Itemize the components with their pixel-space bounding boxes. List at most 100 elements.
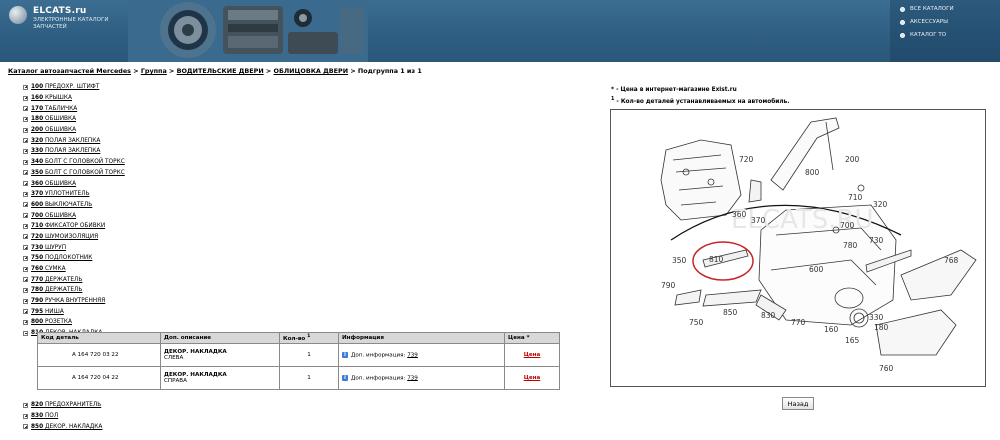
tree-item[interactable]: 750 ПОДЛОКОТНИК xyxy=(23,253,125,264)
diagram-label[interactable]: 720 xyxy=(739,155,754,164)
tree-item-label[interactable]: 770 ДЕРЖАТЕЛЬ xyxy=(31,277,82,283)
diagram-label[interactable]: 370 xyxy=(751,216,766,225)
diagram-label[interactable]: 320 xyxy=(873,200,888,209)
expand-icon[interactable] xyxy=(23,213,28,219)
expand-icon[interactable] xyxy=(23,223,28,229)
diagram-label[interactable]: 600 xyxy=(809,265,824,274)
diagram-label[interactable]: 700 xyxy=(840,221,855,230)
tree-item[interactable]: 720 ШУМОИЗОЛЯЦИЯ xyxy=(23,232,125,243)
tree-item-label[interactable]: 760 СУМКА xyxy=(31,266,66,272)
diagram-label[interactable]: 730 xyxy=(869,236,884,245)
diagram-label[interactable]: 790 xyxy=(661,281,676,290)
tree-item-label[interactable]: 820 ПРЕДОХРАНИТЕЛЬ xyxy=(31,402,101,408)
tree-item-label[interactable]: 100 ПРЕДОХР. ШТИФТ xyxy=(31,84,99,90)
breadcrumb-door-trim[interactable]: ОБЛИЦОВКА ДВЕРИ xyxy=(274,67,349,75)
tree-item-label[interactable]: 795 НИША xyxy=(31,309,64,315)
nav-all-catalogs[interactable]: ВСЕ КАТАЛОГИ xyxy=(900,6,954,12)
expand-icon[interactable] xyxy=(23,424,28,430)
expand-icon[interactable] xyxy=(23,159,28,165)
nav-accessories[interactable]: АКСЕССУАРЫ xyxy=(900,19,948,25)
expand-icon[interactable] xyxy=(23,319,28,325)
tree-item-label[interactable]: 330 ПОЛАЯ ЗАКЛЕПКА xyxy=(31,148,100,154)
tree-item[interactable]: 600 ВЫКЛЮЧАТЕЛЬ xyxy=(23,200,125,211)
diagram-label[interactable]: 850 xyxy=(723,308,738,317)
info-link[interactable]: 739 xyxy=(407,352,418,358)
diagram-label[interactable]: 200 xyxy=(845,155,860,164)
tree-item[interactable]: 360 ОБШИВКА xyxy=(23,178,125,189)
tree-item[interactable]: 730 ШУРУП xyxy=(23,242,125,253)
tree-item[interactable]: 820 ПРЕДОХРАНИТЕЛЬ xyxy=(23,400,102,411)
tree-item-label[interactable]: 160 КРЫШКА xyxy=(31,95,72,101)
expand-icon[interactable] xyxy=(23,234,28,240)
diagram-label[interactable]: 165 xyxy=(845,336,860,345)
tree-item-label[interactable]: 850 ДЕКОР. НАКЛАДКА xyxy=(31,424,102,430)
expand-icon[interactable] xyxy=(23,287,28,293)
diagram-label[interactable]: 180 xyxy=(874,323,889,332)
breadcrumb-driver-doors[interactable]: ВОДИТЕЛЬСКИЕ ДВЕРИ xyxy=(177,67,264,75)
diagram-label[interactable]: 160 xyxy=(824,325,839,334)
tree-item-label[interactable]: 170 ТАБЛИЧКА xyxy=(31,106,77,112)
expand-icon[interactable] xyxy=(23,402,28,408)
tree-item[interactable]: 370 УПЛОТНИТЕЛЬ xyxy=(23,189,125,200)
tree-item-label[interactable]: 720 ШУМОИЗОЛЯЦИЯ xyxy=(31,234,98,240)
expand-icon[interactable] xyxy=(23,255,28,261)
diagram-label[interactable]: 750 xyxy=(689,318,704,327)
tree-item-label[interactable]: 200 ОБШИВКА xyxy=(31,127,76,133)
diagram-label[interactable]: 800 xyxy=(805,168,820,177)
price-link[interactable]: Цена xyxy=(524,375,541,381)
tree-item-label[interactable]: 180 ОБШИВКА xyxy=(31,116,76,122)
tree-item[interactable]: 330 ПОЛАЯ ЗАКЛЕПКА xyxy=(23,146,125,157)
tree-item[interactable]: 160 КРЫШКА xyxy=(23,93,125,104)
tree-item[interactable]: 710 ФИКСАТОР ОБИВКИ xyxy=(23,221,125,232)
tree-item[interactable]: 350 БОЛТ С ГОЛОВКОЙ ТОРКС xyxy=(23,168,125,179)
tree-item-label[interactable]: 800 РОЗЕТКА xyxy=(31,319,72,325)
price-link[interactable]: Цена xyxy=(524,352,541,358)
tree-item[interactable]: 180 ОБШИВКА xyxy=(23,114,125,125)
tree-item[interactable]: 340 БОЛТ С ГОЛОВКОЙ ТОРКС xyxy=(23,157,125,168)
diagram-label[interactable]: 768 xyxy=(944,256,959,265)
expand-icon[interactable] xyxy=(23,138,28,144)
breadcrumb-catalog[interactable]: Каталог автозапчастей Mercedes xyxy=(8,67,131,75)
nav-maintenance-catalog[interactable]: КАТАЛОГ ТО xyxy=(900,32,946,38)
tree-item-label[interactable]: 700 ОБШИВКА xyxy=(31,213,76,219)
breadcrumb-group[interactable]: Группа xyxy=(141,67,167,75)
tree-item[interactable]: 170 ТАБЛИЧКА xyxy=(23,103,125,114)
tree-item-label[interactable]: 370 УПЛОТНИТЕЛЬ xyxy=(31,191,90,197)
expand-icon[interactable] xyxy=(23,191,28,197)
diagram-label[interactable]: 710 xyxy=(848,193,863,202)
diagram-label[interactable]: 830 xyxy=(761,311,776,320)
diagram-label[interactable]: 770 xyxy=(791,318,806,327)
diagram-label[interactable]: 350 xyxy=(672,256,687,265)
diagram-label[interactable]: 760 xyxy=(879,364,894,373)
expand-icon[interactable] xyxy=(23,245,28,251)
expand-icon[interactable] xyxy=(23,170,28,176)
tree-item-label[interactable]: 600 ВЫКЛЮЧАТЕЛЬ xyxy=(31,202,92,208)
tree-item-label[interactable]: 710 ФИКСАТОР ОБИВКИ xyxy=(31,223,105,229)
tree-item-label[interactable]: 730 ШУРУП xyxy=(31,245,66,251)
tree-item-label[interactable]: 360 ОБШИВКА xyxy=(31,181,76,187)
expand-icon[interactable] xyxy=(23,266,28,272)
tree-item[interactable]: 790 РУЧКА ВНУТРЕННЯЯ xyxy=(23,296,125,307)
tree-item[interactable]: 770 ДЕРЖАТЕЛЬ xyxy=(23,274,125,285)
expand-icon[interactable] xyxy=(23,127,28,133)
expand-icon[interactable] xyxy=(23,84,28,90)
diagram-label[interactable]: 810 xyxy=(709,255,724,264)
tree-item[interactable]: 200 ОБШИВКА xyxy=(23,125,125,136)
expand-icon[interactable] xyxy=(23,277,28,283)
tree-item[interactable]: 830 ПОЛ xyxy=(23,411,102,422)
tree-item-label[interactable]: 830 ПОЛ xyxy=(31,413,58,419)
diagram-label[interactable]: 780 xyxy=(843,241,858,250)
tree-item[interactable]: 780 ДЕРЖАТЕЛЬ xyxy=(23,285,125,296)
collapse-icon[interactable] xyxy=(23,330,28,336)
tree-item[interactable]: 850 ДЕКОР. НАКЛАДКА xyxy=(23,421,102,432)
expand-icon[interactable] xyxy=(23,181,28,187)
diagram-label[interactable]: 330 xyxy=(869,313,884,322)
tree-item-label[interactable]: 750 ПОДЛОКОТНИК xyxy=(31,255,92,261)
expand-icon[interactable] xyxy=(23,298,28,304)
tree-item-label[interactable]: 350 БОЛТ С ГОЛОВКОЙ ТОРКС xyxy=(31,170,125,176)
tree-item[interactable]: 700 ОБШИВКА xyxy=(23,210,125,221)
tree-item[interactable]: 800 РОЗЕТКА xyxy=(23,317,125,328)
tree-item[interactable]: 795 НИША xyxy=(23,306,125,317)
expand-icon[interactable] xyxy=(23,116,28,122)
tree-item[interactable]: 320 ПОЛАЯ ЗАКЛЕПКА xyxy=(23,135,125,146)
